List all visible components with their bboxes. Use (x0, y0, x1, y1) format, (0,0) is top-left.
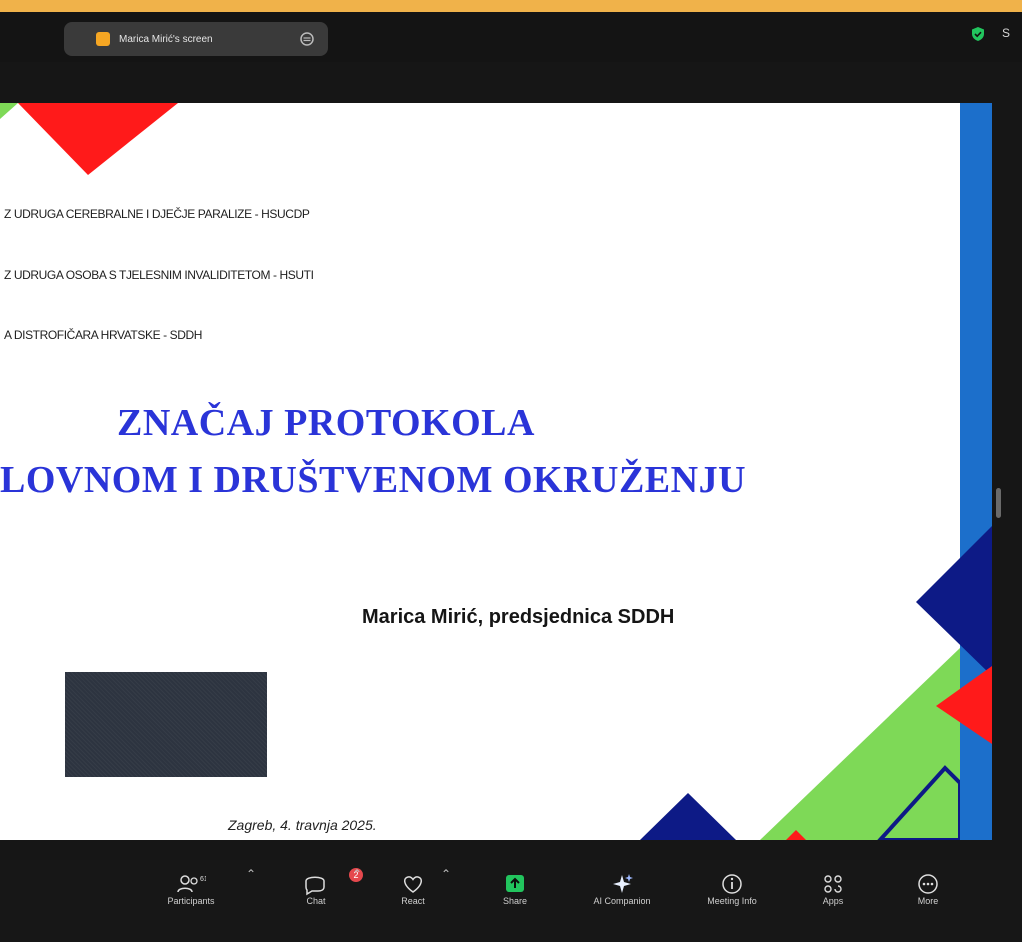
org-line-2: Z UDRUGA OSOBA S TJELESNIM INVALIDITETOM… (4, 268, 314, 282)
react-chevron-icon[interactable]: ⌃ (441, 867, 451, 881)
slide-title-line-1: ZNAČAJ PROTOKOLA (117, 402, 535, 444)
info-icon (722, 874, 742, 894)
screen-share-indicator[interactable]: Marica Mirić's screen (64, 22, 328, 56)
meeting-info-button[interactable]: Meeting Info (687, 862, 777, 906)
top-red-triangle (18, 103, 178, 175)
security-shield-icon (972, 27, 984, 41)
topbar-right-label: S (1002, 26, 1011, 40)
chat-icon (305, 876, 325, 896)
react-heart-icon (403, 876, 423, 893)
org-line-3: A DISTROFIČARA HRVATSKE - SDDH (4, 328, 203, 342)
right-red-triangle (936, 666, 992, 744)
participants-label: Participants (167, 896, 215, 906)
apps-icon (824, 875, 842, 893)
meeting-info-label: Meeting Info (707, 896, 757, 906)
bottom-navy-triangle (640, 793, 736, 840)
react-label: React (401, 896, 425, 906)
ai-companion-label: AI Companion (593, 896, 651, 906)
scroll-handle[interactable] (996, 488, 1001, 518)
chat-chevron-icon[interactable]: ⌃ (352, 867, 362, 881)
ai-sparkle-icon (613, 874, 633, 893)
svg-text:61: 61 (200, 876, 206, 883)
share-button[interactable]: Share (470, 862, 560, 906)
slide-title-line-2: LOVNOM I DRUŠTVENOM OKRUŽENJU (0, 459, 747, 501)
share-screen-up-icon (506, 875, 524, 892)
chat-button[interactable]: 2 Chat (271, 862, 363, 906)
right-edge-decoration (916, 526, 992, 744)
more-button[interactable]: More (883, 862, 973, 906)
participants-chevron-icon[interactable]: ⌃ (246, 867, 256, 881)
view-options-icon[interactable] (298, 30, 316, 48)
participants-icon: 61 (177, 875, 206, 893)
more-label: More (917, 896, 939, 906)
ai-companion-button[interactable]: AI Companion (577, 862, 667, 906)
top-green-corner (0, 103, 18, 119)
participants-button[interactable]: 61 Participants (146, 862, 236, 906)
slide-date: Zagreb, 4. travnja 2025. (228, 817, 377, 833)
participant-video-tile[interactable] (65, 672, 267, 777)
screen-share-label: Marica Mirić's screen (119, 33, 213, 45)
more-ellipsis-icon (918, 874, 938, 894)
org-line-1: Z UDRUGA CEREBRALNE I DJEČJE PARALIZE - … (4, 207, 310, 221)
apps-label: Apps (822, 896, 844, 906)
apps-button[interactable]: Apps (788, 862, 878, 906)
share-label: Share (502, 896, 528, 906)
slide-author: Marica Mirić, predsjednica SDDH (362, 606, 675, 628)
right-navy-triangle (916, 526, 992, 676)
share-screen-icon (96, 32, 110, 46)
top-accent-bar (0, 0, 1022, 12)
